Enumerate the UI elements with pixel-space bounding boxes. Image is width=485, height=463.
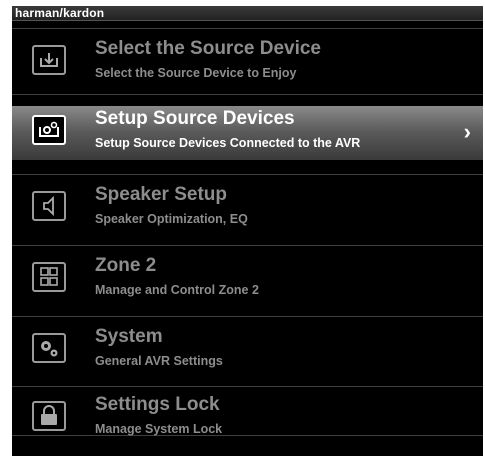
menu-item-subtitle: General AVR Settings bbox=[95, 354, 223, 368]
brand-bar: harman/kardon bbox=[12, 6, 483, 21]
menu-item-select-source[interactable]: Select the Source Device Select the Sour… bbox=[12, 36, 483, 90]
lock-icon bbox=[32, 401, 66, 431]
menu-item-settings-lock[interactable]: Settings Lock Manage System Lock bbox=[12, 392, 483, 446]
menu-item-subtitle: Setup Source Devices Connected to the AV… bbox=[95, 136, 361, 150]
zone-grid-icon bbox=[32, 262, 66, 292]
menu-item-title: Zone 2 bbox=[95, 255, 157, 276]
avr-menu-screen: harman/kardon Select the Source Device S… bbox=[12, 6, 483, 456]
source-setup-icon bbox=[32, 115, 66, 145]
menu-item-setup-source-devices[interactable]: Setup Source Devices Setup Source Device… bbox=[12, 106, 483, 160]
menu-item-subtitle: Manage System Lock bbox=[95, 422, 223, 436]
menu-item-title: Speaker Setup bbox=[95, 184, 227, 205]
chevron-right-icon: › bbox=[463, 119, 471, 144]
menu-item-title: System bbox=[95, 326, 163, 347]
menu-item-title: Select the Source Device bbox=[95, 38, 321, 59]
menu-item-speaker-setup[interactable]: Speaker Setup Speaker Optimization, EQ bbox=[12, 182, 483, 236]
speaker-icon bbox=[32, 191, 66, 221]
input-arrow-icon bbox=[32, 45, 66, 75]
brand-logo: harman/kardon bbox=[15, 6, 105, 20]
gears-icon bbox=[32, 333, 66, 363]
menu-item-system[interactable]: System General AVR Settings bbox=[12, 324, 483, 378]
menu-item-subtitle: Manage and Control Zone 2 bbox=[95, 283, 259, 297]
menu-item-title: Settings Lock bbox=[95, 394, 220, 415]
menu-item-subtitle: Speaker Optimization, EQ bbox=[95, 212, 248, 226]
menu-item-zone-2[interactable]: Zone 2 Manage and Control Zone 2 bbox=[12, 253, 483, 307]
menu-item-title: Setup Source Devices bbox=[95, 108, 295, 129]
menu-item-subtitle: Select the Source Device to Enjoy bbox=[95, 66, 297, 80]
